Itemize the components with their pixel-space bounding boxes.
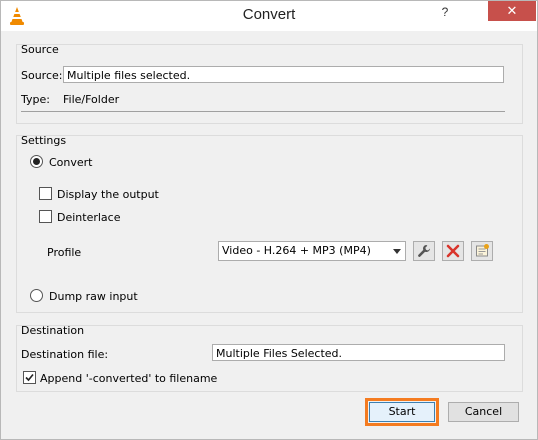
source-group: Source Source: Multiple files selected. … — [16, 43, 523, 124]
deinterlace-checkbox[interactable] — [39, 210, 52, 223]
source-label: Source: — [21, 69, 63, 82]
new-profile-icon — [476, 244, 489, 257]
source-field[interactable]: Multiple files selected. — [63, 66, 504, 83]
destination-file-label: Destination file: — [21, 348, 109, 361]
chevron-down-icon — [393, 249, 401, 254]
edit-profile-button[interactable] — [413, 241, 435, 261]
window-title: Convert — [242, 6, 296, 23]
checkmark-icon — [25, 373, 34, 382]
start-button-highlight — [365, 398, 439, 426]
title-bar: Convert ? ✕ — [1, 1, 537, 31]
type-label: Type: — [21, 93, 50, 106]
append-converted-checkbox[interactable] — [23, 371, 36, 384]
delete-profile-button[interactable] — [442, 241, 464, 261]
profile-dropdown-value: Video - H.264 + MP3 (MP4) — [222, 244, 371, 257]
convert-label: Convert — [49, 156, 93, 169]
close-button[interactable]: ✕ — [488, 1, 536, 21]
destination-group-title: Destination — [21, 324, 85, 337]
help-button[interactable]: ? — [434, 5, 456, 25]
new-profile-button[interactable] — [471, 241, 493, 261]
profile-dropdown[interactable]: Video - H.264 + MP3 (MP4) — [218, 241, 406, 261]
dump-raw-radio[interactable] — [30, 289, 43, 302]
destination-file-field[interactable]: Multiple Files Selected. — [212, 344, 505, 361]
dialog-content: Source Source: Multiple files selected. … — [9, 31, 529, 429]
profile-label: Profile — [47, 246, 82, 259]
append-converted-label: Append '-converted' to filename — [40, 372, 218, 385]
settings-group: Settings Convert Display the output Dein… — [16, 134, 523, 313]
convert-dialog: Convert ? ✕ Source Source: Multiple file… — [0, 0, 538, 440]
cancel-button[interactable]: Cancel — [448, 402, 519, 422]
convert-radio[interactable] — [30, 155, 43, 168]
destination-group: Destination Destination file: Multiple F… — [16, 324, 523, 392]
wrench-icon — [418, 245, 430, 257]
deinterlace-label: Deinterlace — [57, 211, 121, 224]
dump-raw-label: Dump raw input — [49, 290, 138, 303]
type-value: File/Folder — [63, 93, 120, 106]
display-output-checkbox[interactable] — [39, 187, 52, 200]
source-group-title: Source — [21, 43, 59, 56]
display-output-label: Display the output — [57, 188, 159, 201]
source-separator — [21, 111, 505, 112]
settings-group-title: Settings — [21, 134, 67, 147]
delete-icon — [446, 244, 460, 258]
